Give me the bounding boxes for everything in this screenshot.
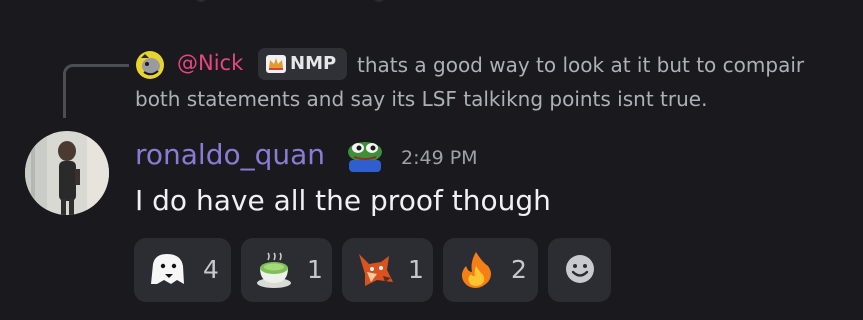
user-photo-icon <box>25 131 109 215</box>
avatar[interactable] <box>25 131 109 215</box>
add-reaction-button[interactable] <box>548 238 611 302</box>
matcha-tea-icon <box>257 252 291 288</box>
author-name[interactable]: ronaldo_quan <box>135 135 325 175</box>
reaction-count: 4 <box>203 255 219 284</box>
reaction-matcha[interactable]: 1 <box>241 238 332 302</box>
message-content: I do have all the proof though <box>135 184 551 217</box>
reaction-count: 1 <box>408 255 424 284</box>
ghost-face-icon <box>151 254 184 284</box>
reaction-count: 2 <box>511 255 527 284</box>
fire-icon <box>461 252 491 288</box>
reply-spine <box>63 64 129 118</box>
chat-message: @Nick NMP thats a good way to look at it… <box>0 0 863 320</box>
message-timestamp[interactable]: 2:49 PM <box>401 144 478 172</box>
reaction-ghost[interactable]: 4 <box>134 238 231 302</box>
fox-face-icon <box>359 254 393 286</box>
pepe-badge-icon <box>345 140 385 172</box>
reaction-fox[interactable]: 1 <box>342 238 433 302</box>
reply-preview-text[interactable]: thats a good way to look at it but to co… <box>135 48 845 116</box>
previous-message-fragment <box>195 0 435 4</box>
smiley-icon <box>566 255 594 283</box>
reaction-fire[interactable]: 2 <box>443 238 538 302</box>
reaction-count: 1 <box>307 255 323 284</box>
